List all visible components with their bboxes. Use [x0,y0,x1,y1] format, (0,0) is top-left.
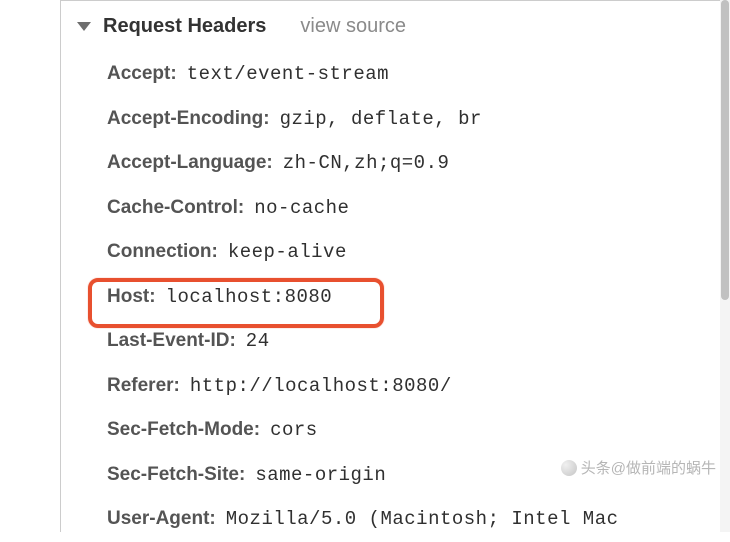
view-source-link[interactable]: view source [300,15,406,38]
header-value: localhost:8080 [166,283,333,312]
section-header[interactable]: Request Headers view source [61,9,730,44]
header-value: Mozilla/5.0 (Macintosh; Intel Mac [226,505,619,534]
header-name: Accept-Language: [107,149,273,178]
header-value: keep-alive [228,238,347,267]
header-row-sec-fetch-mode: Sec-Fetch-Mode: cors [101,408,730,453]
section-title: Request Headers [103,15,266,38]
watermark-icon [561,460,577,476]
header-value: gzip, deflate, br [280,105,482,134]
header-row-connection: Connection: keep-alive [101,230,730,275]
header-row-last-event-id: Last-Event-ID: 24 [101,319,730,364]
header-row-referer: Referer: http://localhost:8080/ [101,364,730,409]
header-row-accept-language: Accept-Language: zh-CN,zh;q=0.9 [101,141,730,186]
header-name: User-Agent: [107,505,216,534]
header-row-accept: Accept: text/event-stream [101,52,730,97]
watermark-text: 头条@做前端的蜗牛 [581,457,716,478]
watermark: 头条@做前端的蜗牛 [561,457,716,478]
scrollbar-thumb[interactable] [721,0,729,300]
header-row-user-agent: User-Agent: Mozilla/5.0 (Macintosh; Inte… [101,497,730,542]
header-name: Referer: [107,372,180,401]
header-name: Accept: [107,60,177,89]
header-value: no-cache [254,194,349,223]
header-value: 24 [246,327,270,356]
header-name: Cache-Control: [107,194,244,223]
header-value: zh-CN,zh;q=0.9 [283,149,450,178]
header-value: http://localhost:8080/ [190,372,452,401]
header-row-cache-control: Cache-Control: no-cache [101,186,730,231]
header-name: Accept-Encoding: [107,105,270,134]
header-name: Last-Event-ID: [107,327,236,356]
headers-panel: Request Headers view source Accept: text… [60,0,730,532]
header-name: Sec-Fetch-Site: [107,461,245,490]
header-value: text/event-stream [187,60,389,89]
header-row-accept-encoding: Accept-Encoding: gzip, deflate, br [101,97,730,142]
header-name: Connection: [107,238,218,267]
header-row-host: Host: localhost:8080 [101,275,730,320]
header-value: same-origin [255,461,386,490]
disclosure-triangle-icon[interactable] [77,22,91,31]
header-value: cors [270,416,318,445]
header-name: Host: [107,283,156,312]
scrollbar-track[interactable] [720,0,730,532]
header-name: Sec-Fetch-Mode: [107,416,260,445]
